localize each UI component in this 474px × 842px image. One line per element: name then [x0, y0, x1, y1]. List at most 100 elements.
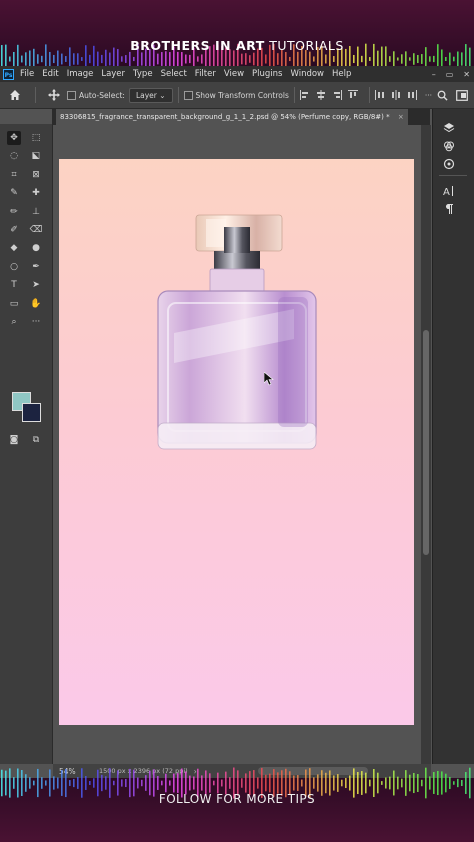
equalizer-bar: [345, 777, 347, 789]
auto-select-checkbox[interactable]: [67, 90, 76, 100]
equalizer-bar: [365, 772, 367, 794]
stamp-icon[interactable]: ⊥: [29, 205, 43, 219]
close-window-button[interactable]: ✕: [463, 70, 470, 79]
move-tool-preset-icon[interactable]: [41, 85, 67, 105]
menu-plugins[interactable]: Plugins: [252, 69, 282, 79]
equalizer-bar: [177, 773, 179, 793]
eyedropper-icon[interactable]: ✎: [7, 186, 21, 200]
equalizer-bar: [109, 52, 111, 66]
equalizer-bar: [141, 52, 143, 66]
zoom-icon[interactable]: ⌕: [7, 315, 21, 329]
screen-mode-icon[interactable]: ⧉: [29, 433, 43, 447]
brush-icon[interactable]: ✏: [7, 205, 21, 219]
equalizer-bar: [421, 779, 423, 787]
equalizer-bar: [461, 52, 463, 66]
equalizer-bar: [125, 55, 127, 63]
distribute-center-icon[interactable]: [391, 90, 401, 100]
marquee-icon[interactable]: ⬚: [29, 131, 43, 145]
equalizer-bar: [37, 54, 39, 64]
vertical-scrollbar[interactable]: [421, 125, 431, 765]
background-color-swatch[interactable]: [22, 403, 41, 422]
menu-filter[interactable]: Filter: [195, 69, 216, 79]
document-tab[interactable]: 83306815_fragrance_transparent_backgroun…: [56, 109, 408, 125]
perfume-bottle-image: [157, 214, 317, 450]
equalizer-bar: [181, 52, 183, 66]
equalizer-bar: [337, 774, 339, 792]
gradient-icon[interactable]: ◆: [7, 241, 21, 255]
equalizer-bar: [397, 776, 399, 790]
menu-edit[interactable]: Edit: [42, 69, 58, 79]
equalizer-bar: [277, 772, 279, 794]
lasso-icon[interactable]: ◌: [7, 149, 21, 163]
pen-icon[interactable]: ✒: [29, 260, 43, 274]
equalizer-bar: [269, 773, 271, 793]
character-icon[interactable]: A: [442, 184, 456, 198]
tab-close-icon[interactable]: ×: [398, 113, 404, 121]
equalizer-bar: [69, 780, 71, 786]
menu-type[interactable]: Type: [133, 69, 153, 79]
paths-icon[interactable]: [442, 157, 456, 171]
equalizer-bar: [33, 780, 35, 786]
crop-icon[interactable]: ⌗: [7, 168, 21, 182]
more-icon[interactable]: ···: [29, 315, 43, 329]
menu-select[interactable]: Select: [161, 69, 187, 79]
align-left-icon[interactable]: [299, 90, 310, 100]
equalizer-bar: [445, 56, 447, 62]
menu-view[interactable]: View: [224, 69, 244, 79]
paragraph-icon[interactable]: [442, 202, 456, 216]
align-right-icon[interactable]: [332, 90, 342, 100]
menu-window[interactable]: Window: [290, 69, 324, 79]
frame-icon[interactable]: ⊠: [29, 168, 43, 182]
distribute-right-icon[interactable]: [407, 90, 417, 100]
type-icon[interactable]: T: [7, 278, 21, 292]
quick-mask-icon[interactable]: ◙: [7, 433, 21, 447]
menu-file[interactable]: File: [20, 69, 34, 79]
blur-icon[interactable]: ●: [29, 241, 43, 255]
hand-icon[interactable]: ✋: [29, 297, 43, 311]
minimize-button[interactable]: –: [432, 70, 436, 79]
eraser-icon[interactable]: ⌫: [29, 223, 43, 237]
distribute-left-icon[interactable]: [374, 90, 385, 100]
video-frame: BROTHERS IN ART TUTORIALS Ps File Edit I…: [0, 0, 474, 842]
auto-select-label: Auto-Select:: [79, 90, 125, 100]
channels-icon[interactable]: [442, 139, 456, 153]
move-icon[interactable]: ✥: [7, 131, 21, 145]
menu-help[interactable]: Help: [332, 69, 351, 79]
equalizer-bar: [81, 57, 83, 61]
layer-select-dropdown[interactable]: Layer ⌄: [128, 87, 173, 103]
document-canvas[interactable]: [59, 159, 414, 725]
layers-icon[interactable]: [442, 121, 456, 135]
object-select-icon[interactable]: ⬕: [29, 149, 43, 163]
rectangle-icon[interactable]: ▭: [7, 297, 21, 311]
equalizer-bar: [461, 779, 463, 787]
photoshop-logo[interactable]: Ps: [3, 68, 14, 80]
path-select-icon[interactable]: ➤: [29, 278, 43, 292]
show-transform-checkbox[interactable]: [183, 90, 193, 100]
equalizer-bar: [397, 57, 399, 61]
equalizer-bar: [313, 56, 315, 62]
workspace-icon[interactable]: [456, 89, 468, 101]
home-icon[interactable]: [0, 85, 30, 105]
equalizer-bar: [77, 53, 79, 65]
dodge-icon[interactable]: ○: [7, 260, 21, 274]
equalizer-bar: [277, 53, 279, 65]
vertical-scroll-thumb[interactable]: [423, 330, 429, 555]
equalizer-bar: [133, 56, 135, 62]
more-options-icon[interactable]: ···: [425, 91, 432, 100]
align-center-icon[interactable]: [316, 90, 326, 100]
equalizer-bar: [341, 779, 343, 787]
equalizer-bar: [101, 774, 103, 792]
equalizer-bar: [449, 777, 451, 789]
equalizer-bar: [73, 778, 75, 788]
equalizer-bar: [97, 51, 99, 67]
spot-heal-icon[interactable]: ✚: [29, 186, 43, 200]
align-top-icon[interactable]: [347, 90, 358, 100]
search-icon[interactable]: [437, 90, 448, 101]
menu-image[interactable]: Image: [67, 69, 94, 79]
menu-layer[interactable]: Layer: [101, 69, 125, 79]
equalizer-bar: [145, 775, 147, 791]
equalizer-bar: [161, 52, 163, 66]
equalizer-bar: [405, 51, 407, 67]
history-brush-icon[interactable]: ✐: [7, 223, 21, 237]
restore-button[interactable]: ▭: [446, 70, 454, 79]
